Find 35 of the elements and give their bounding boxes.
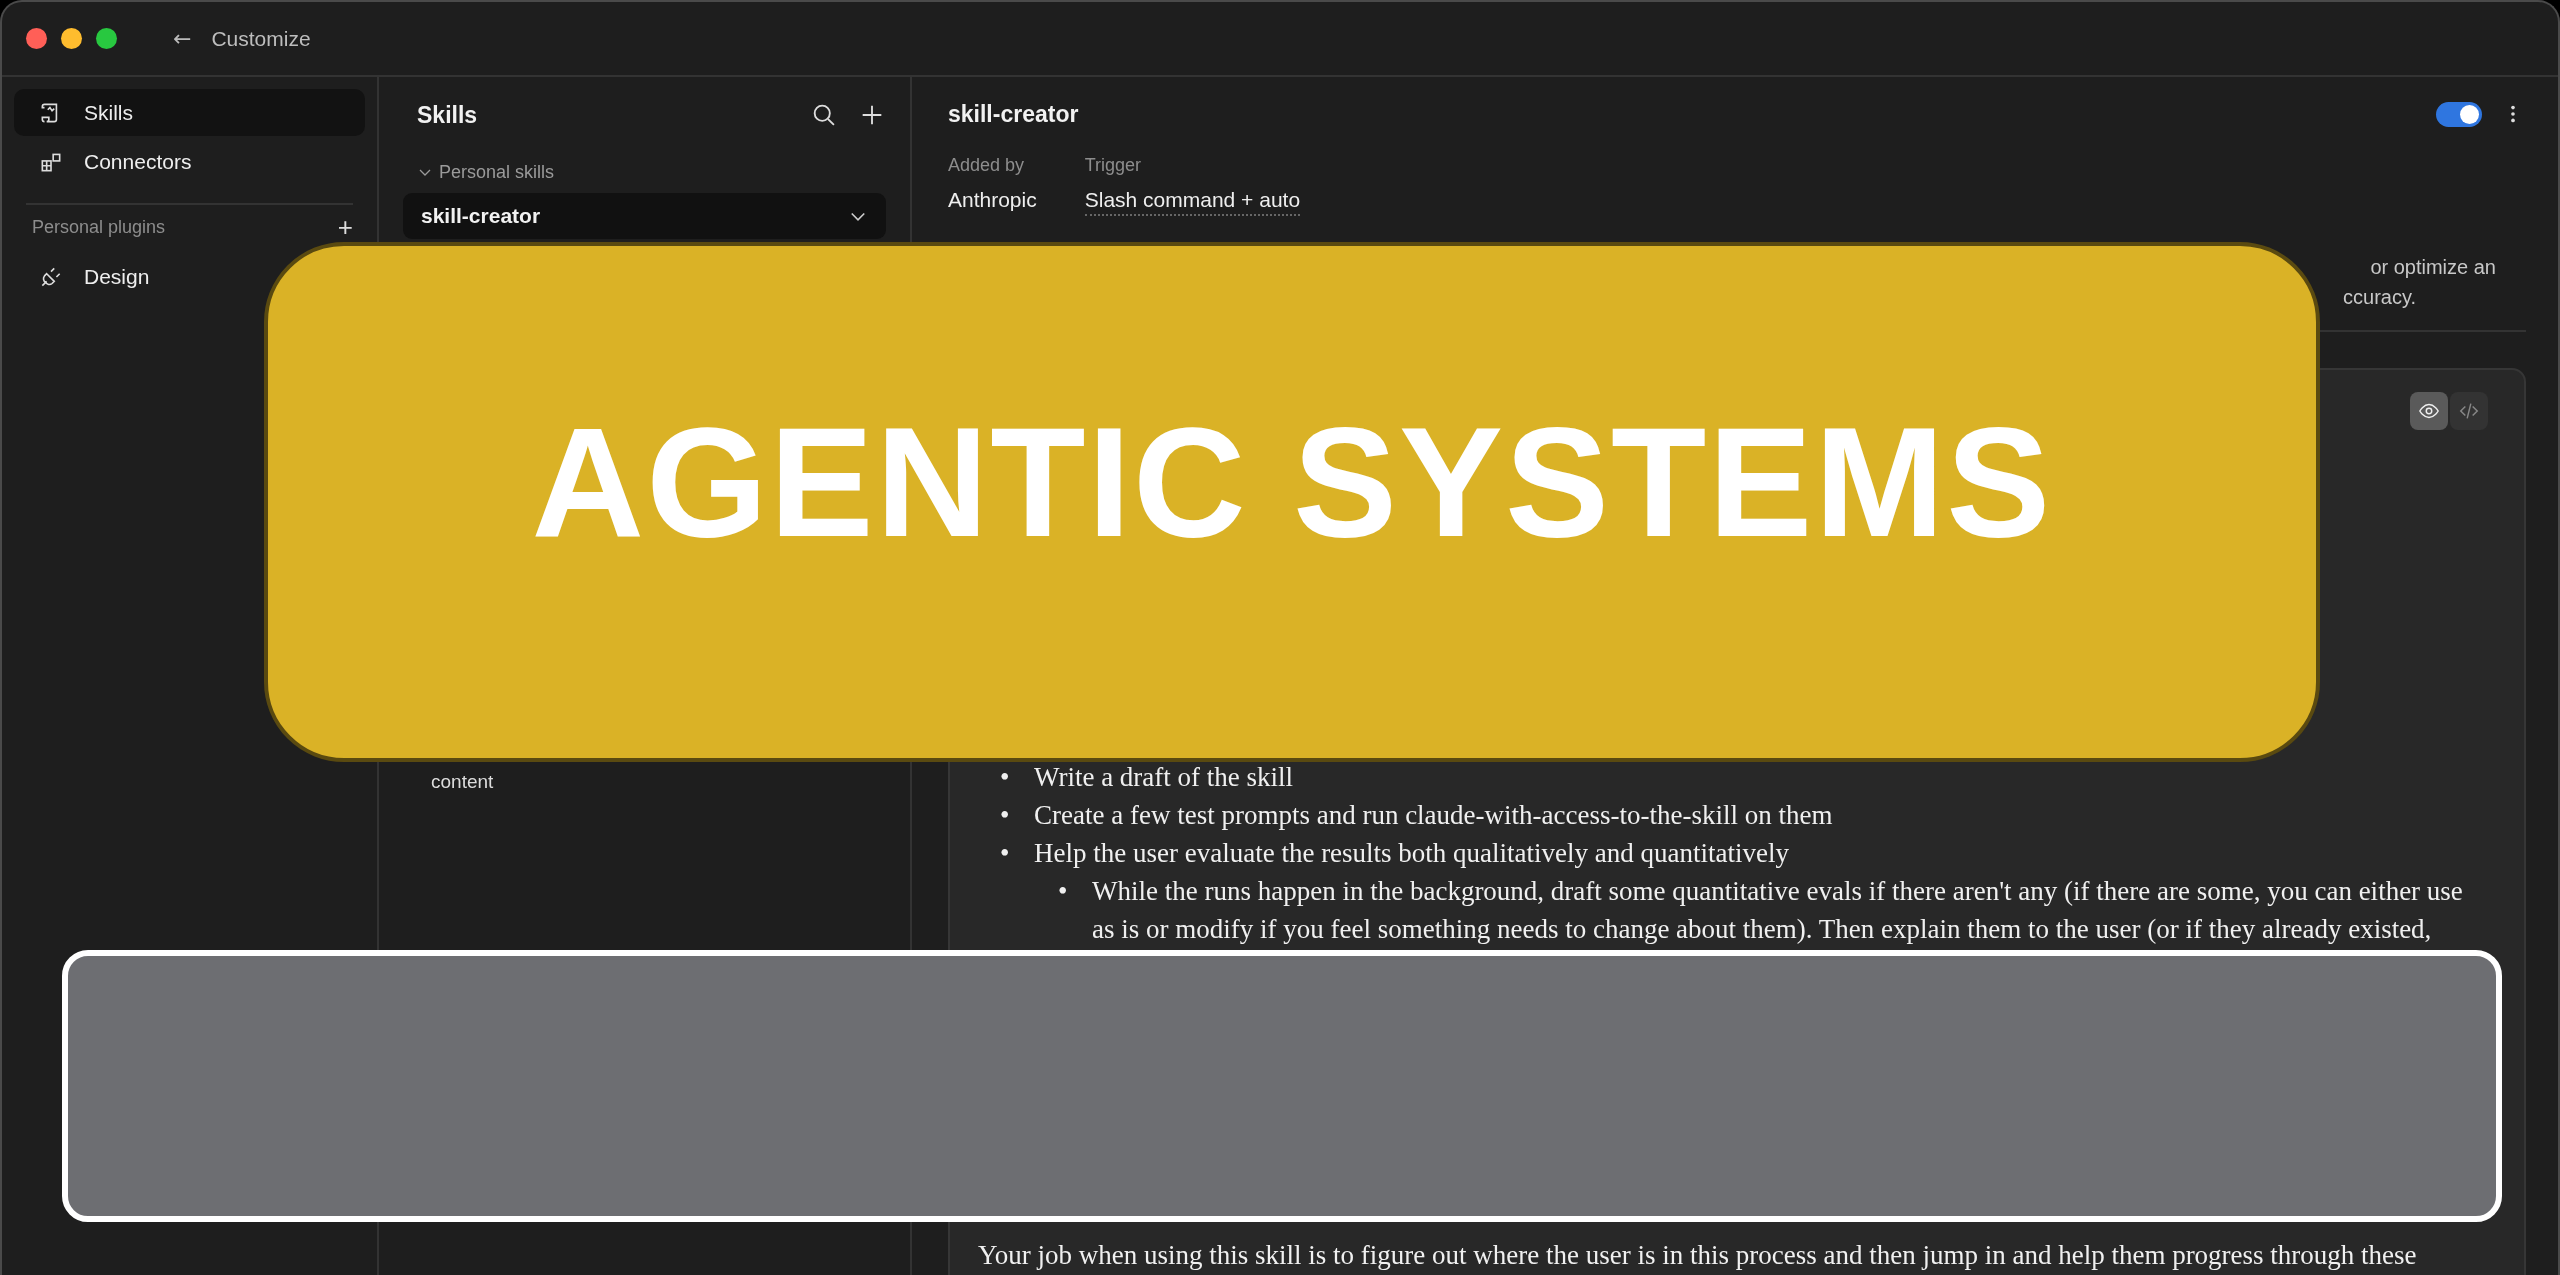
bullet-text: While the runs happen in the background, draft some quantitative evals if there aren't any (if there are some, you can either use as is or modify if you feel something needs to change about them). Then explain them to the user (or if they already existed, (1092, 875, 2464, 946)
bullet-mark: • (1000, 799, 1011, 832)
title-banner: AGENTIC SYSTEMS (264, 242, 2320, 762)
more-icon[interactable] (2510, 103, 2516, 125)
code-view-button[interactable] (2450, 392, 2488, 430)
section-heading: Personal plugins (32, 216, 166, 238)
back-button[interactable]: ← (169, 26, 196, 51)
add-plugin-button[interactable]: + (337, 218, 353, 236)
bullet-text: Help the user evaluate the results both qualitatively and quantitatively (1034, 837, 1790, 870)
sidebar-item[interactable]: Skills (14, 89, 365, 136)
bullet-text: Write a draft of the skill (1034, 761, 1294, 794)
plugin-item[interactable]: Design (14, 253, 158, 300)
window-title: Customize (211, 26, 311, 51)
skill-item[interactable]: skill-creator (403, 193, 886, 239)
bullet-text: Create a few test prompts and run claude-with-access-to-the-skill on them (1034, 799, 1833, 832)
sidebar-item[interactable]: Connectors (14, 138, 200, 185)
meta-value: Anthropic (948, 188, 1037, 212)
description-text: ccuracy. (2343, 285, 2416, 310)
bullet-mark: • (1058, 875, 1069, 908)
group-toggle[interactable]: Personal skills (403, 157, 886, 187)
file-item[interactable]: content (431, 771, 494, 793)
meta-label: Added by (948, 155, 1026, 176)
panel-title: Skills (417, 101, 479, 129)
meta-value: Slash command + auto (1084, 188, 1301, 216)
skill-title: skill-creator (948, 100, 1080, 128)
meta-label: Trigger (1084, 155, 1143, 176)
preview-button[interactable] (2410, 392, 2448, 430)
enable-toggle[interactable] (2436, 101, 2482, 127)
bullet-mark: • (1000, 837, 1011, 870)
bullet-mark: • (1000, 761, 1011, 794)
close-button[interactable] (26, 28, 47, 49)
description-text: or optimize an (2370, 255, 2496, 280)
minimize-button[interactable] (61, 28, 82, 49)
zoom-button[interactable] (96, 28, 117, 49)
body-paragraph: Your job when using this skill is to figure out where the user is in this process and then jump in and help them progress through these (978, 1239, 2418, 1271)
